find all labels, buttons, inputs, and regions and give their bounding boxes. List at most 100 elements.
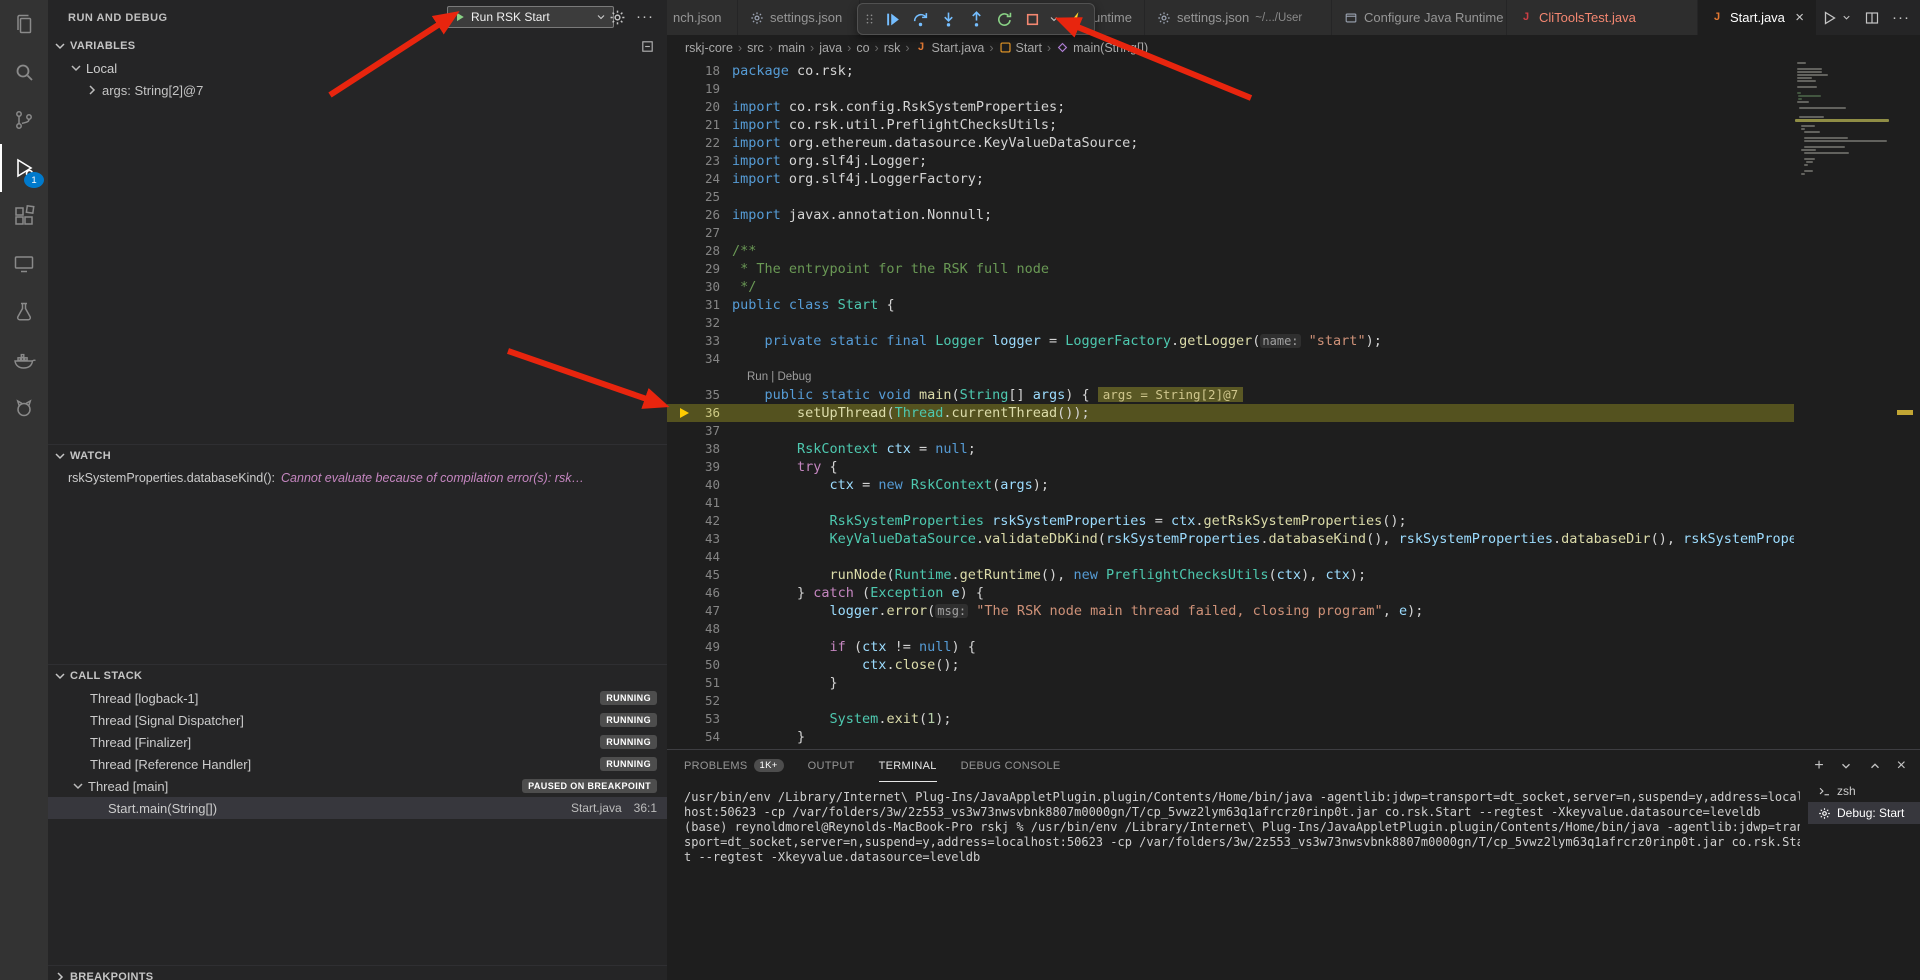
split-editor-icon[interactable]	[1864, 10, 1880, 26]
line-number[interactable]: 18	[667, 62, 720, 80]
stack-frame-row[interactable]: Start.main(String[])Start.java36:1	[48, 797, 667, 819]
activitybar-extensions[interactable]	[0, 192, 48, 240]
terminal-session-debug-start[interactable]: Debug: Start	[1808, 802, 1920, 824]
line-number[interactable]: 45	[667, 566, 720, 584]
line-number[interactable]: 42	[667, 512, 720, 530]
panel-tab-output[interactable]: OUTPUT	[808, 750, 855, 782]
line-number[interactable]: 27	[667, 224, 720, 242]
debug-hot-code-replace-button[interactable]	[1063, 6, 1089, 32]
thread-row[interactable]: Thread [Finalizer]RUNNING	[48, 731, 667, 753]
code-line-20[interactable]: 20import co.rsk.config.RskSystemProperti…	[667, 98, 1794, 116]
code-line-50[interactable]: 50 ctx.close();	[667, 656, 1794, 674]
line-number[interactable]: 48	[667, 620, 720, 638]
debug-stop-button[interactable]	[1019, 6, 1045, 32]
collapse-all-icon[interactable]	[640, 39, 655, 54]
line-number[interactable]: 52	[667, 692, 720, 710]
thread-row[interactable]: Thread [logback-1]RUNNING	[48, 687, 667, 709]
more-actions-icon[interactable]: ···	[1892, 9, 1910, 26]
maximize-panel-icon[interactable]	[1868, 759, 1882, 773]
code-line-47[interactable]: 47 logger.error(msg: "The RSK node main …	[667, 602, 1794, 620]
overview-ruler[interactable]	[1890, 60, 1920, 749]
activitybar-remote-explorer[interactable]	[0, 240, 48, 288]
scope-row-local[interactable]: Local	[48, 57, 667, 79]
tab-launch-json-partial[interactable]: nch.json	[667, 0, 738, 35]
line-number[interactable]: 22	[667, 134, 720, 152]
close-tab-icon[interactable]: ×	[1795, 11, 1804, 25]
line-number[interactable]: 33	[667, 332, 720, 350]
thread-row[interactable]: Thread [Signal Dispatcher]RUNNING	[48, 709, 667, 731]
line-number[interactable]: 53	[667, 710, 720, 728]
activitybar-explorer[interactable]	[0, 0, 48, 48]
code-line-53[interactable]: 53 System.exit(1);	[667, 710, 1794, 728]
line-number[interactable]: 43	[667, 530, 720, 548]
line-number[interactable]: 44	[667, 548, 720, 566]
tab-settings-json-1[interactable]: settings.json	[738, 0, 860, 35]
thread-row[interactable]: Thread [main]PAUSED ON BREAKPOINT	[48, 775, 667, 797]
breadcrumb-item-rskj-core[interactable]: rskj-core	[685, 41, 733, 55]
debug-restart-button[interactable]	[991, 6, 1017, 32]
code-line-30[interactable]: 30 */	[667, 278, 1794, 296]
watch-expression-row[interactable]: rskSystemProperties.databaseKind(): Cann…	[48, 467, 667, 489]
code-line-44[interactable]: 44	[667, 548, 1794, 566]
code-line-29[interactable]: 29 * The entrypoint for the RSK full nod…	[667, 260, 1794, 278]
variable-row[interactable]: args: String[2]@7	[48, 79, 667, 101]
code-line-46[interactable]: 46 } catch (Exception e) {	[667, 584, 1794, 602]
debug-continue-button[interactable]	[879, 6, 905, 32]
line-number[interactable]: 31	[667, 296, 720, 314]
code-line-52[interactable]: 52	[667, 692, 1794, 710]
code-line-22[interactable]: 22import org.ethereum.datasource.KeyValu…	[667, 134, 1794, 152]
line-number[interactable]: 19	[667, 80, 720, 98]
more-actions-icon[interactable]: ···	[636, 9, 654, 26]
code-line-40[interactable]: 40 ctx = new RskContext(args);	[667, 476, 1794, 494]
debug-step-out-button[interactable]	[963, 6, 989, 32]
line-number[interactable]: 23	[667, 152, 720, 170]
code-line-51[interactable]: 51 }	[667, 674, 1794, 692]
breakpoints-section-header[interactable]: BREAKPOINTS	[48, 966, 667, 980]
code-line-24[interactable]: 24import org.slf4j.LoggerFactory;	[667, 170, 1794, 188]
line-number[interactable]: 54	[667, 728, 720, 746]
code-line-19[interactable]: 19	[667, 80, 1794, 98]
code-line-32[interactable]: 32	[667, 314, 1794, 332]
breadcrumb-item-start-java[interactable]: JStart.java	[915, 41, 985, 55]
debug-step-over-button[interactable]	[907, 6, 933, 32]
code-line-31[interactable]: 31public class Start {	[667, 296, 1794, 314]
code-line-34[interactable]: 34	[667, 350, 1794, 368]
code-line-27[interactable]: 27	[667, 224, 1794, 242]
line-number[interactable]: 20	[667, 98, 720, 116]
tab-settings-json-user[interactable]: settings.json~/.../User	[1145, 0, 1332, 35]
breadcrumb-item-src[interactable]: src	[747, 41, 764, 55]
code-line-21[interactable]: 21import co.rsk.util.PreflightChecksUtil…	[667, 116, 1794, 134]
tab-clitoolstest-java[interactable]: JCliToolsTest.java	[1507, 0, 1698, 35]
line-number[interactable]: 49	[667, 638, 720, 656]
line-number[interactable]: 46	[667, 584, 720, 602]
activitybar-testing[interactable]	[0, 288, 48, 336]
panel-tab-debug-console[interactable]: DEBUG CONSOLE	[961, 750, 1061, 782]
terminal-session-zsh[interactable]: zsh	[1808, 780, 1920, 802]
line-number[interactable]: 26	[667, 206, 720, 224]
activitybar-search[interactable]	[0, 48, 48, 96]
line-number[interactable]: 25	[667, 188, 720, 206]
new-terminal-icon[interactable]: +	[1814, 759, 1823, 773]
line-number[interactable]: 21	[667, 116, 720, 134]
code-line-25[interactable]: 25	[667, 188, 1794, 206]
breadcrumb-item-main[interactable]: main	[778, 41, 805, 55]
tab-start-java[interactable]: JStart.java×	[1698, 0, 1817, 35]
panel-tab-problems[interactable]: PROBLEMS1K+	[684, 750, 784, 782]
code-line-33[interactable]: 33 private static final Logger logger = …	[667, 332, 1794, 350]
line-number[interactable]: 39	[667, 458, 720, 476]
line-number[interactable]: 35	[667, 386, 720, 404]
line-number[interactable]: 37	[667, 422, 720, 440]
activitybar-source-control[interactable]	[0, 96, 48, 144]
activitybar-run-and-debug[interactable]: 1	[0, 144, 48, 192]
line-number[interactable]: 38	[667, 440, 720, 458]
breadcrumb-item-rsk[interactable]: rsk	[884, 41, 901, 55]
code-line-43[interactable]: 43 KeyValueDataSource.validateDbKind(rsk…	[667, 530, 1794, 548]
debug-step-into-button[interactable]	[935, 6, 961, 32]
code-line-38[interactable]: 38 RskContext ctx = null;	[667, 440, 1794, 458]
panel-tab-terminal[interactable]: TERMINAL	[879, 750, 937, 782]
line-number[interactable]: 30	[667, 278, 720, 296]
line-number[interactable]: 51	[667, 674, 720, 692]
line-number[interactable]: 40	[667, 476, 720, 494]
line-number[interactable]: 34	[667, 350, 720, 368]
code-line-36[interactable]: 36 setUpThread(Thread.currentThread());	[667, 404, 1794, 422]
